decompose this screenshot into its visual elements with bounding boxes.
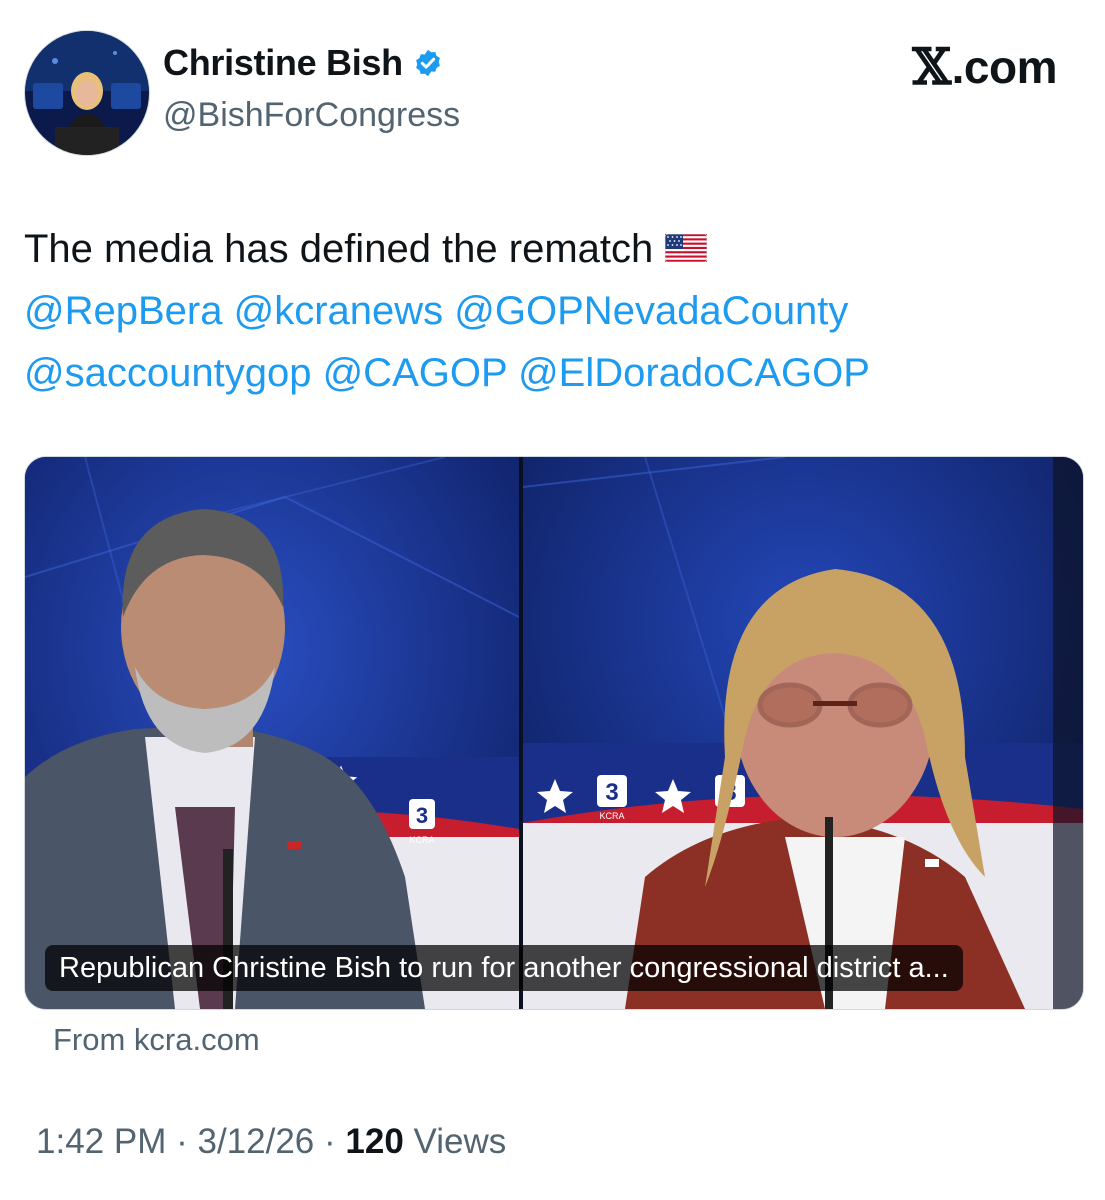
tweet-line-1: The media has defined the rematch (24, 218, 1064, 280)
tweet-line-3: @saccountygop @CAGOP @ElDoradoCAGOP (24, 342, 1064, 404)
station-name: KCRA (599, 811, 624, 821)
tweet-text: The media has defined the rematch @RepBe… (24, 218, 1064, 404)
profile-photo (25, 31, 149, 155)
brand-label: .com (951, 41, 1058, 93)
station-logo: 3 (605, 779, 618, 806)
mention-link[interactable]: @ElDoradoCAGOP (518, 351, 870, 395)
mention-link[interactable]: @saccountygop (24, 351, 311, 395)
display-name-text[interactable]: Christine Bish (163, 42, 403, 84)
mention-link[interactable]: @GOPNevadaCounty (454, 289, 848, 333)
mention-link[interactable]: @RepBera (24, 289, 222, 333)
x-brand: 𝕏 .com (912, 40, 1057, 94)
station-name: KCRA (409, 835, 434, 845)
station-logo: 3 (416, 803, 428, 828)
meta-separator: · (324, 1122, 336, 1161)
mention-link[interactable]: @CAGOP (323, 351, 507, 395)
tweet-body-text: The media has defined the rematch (24, 227, 654, 271)
tweet-time[interactable]: 1:42 PM (36, 1122, 166, 1161)
us-flag-icon (665, 234, 708, 263)
link-card-source[interactable]: From kcra.com (53, 1022, 260, 1058)
verified-badge-icon (413, 48, 443, 78)
views-label: Views (413, 1122, 507, 1161)
debate-photo: 3 3 3 KCRA KCRA (25, 457, 1083, 1009)
avatar[interactable] (24, 30, 150, 156)
tweet-date[interactable]: 3/12/26 (197, 1122, 314, 1161)
tweet-line-2: @RepBera @kcranews @GOPNevadaCounty (24, 280, 1064, 342)
views-count: 120 (345, 1122, 404, 1161)
x-logo-icon: 𝕏 (912, 37, 951, 96)
mention-link[interactable]: @kcranews (234, 289, 444, 333)
link-card-caption[interactable]: Republican Christine Bish to run for ano… (45, 945, 963, 991)
tweet-meta: 1:42 PM · 3/12/26 · 120 Views (36, 1122, 506, 1162)
meta-separator: · (176, 1122, 188, 1161)
author-handle[interactable]: @BishForCongress (163, 96, 460, 135)
author-display-name[interactable]: Christine Bish (163, 42, 443, 84)
link-card-media[interactable]: 3 3 3 KCRA KCRA Republican Christine Bis… (24, 456, 1084, 1010)
